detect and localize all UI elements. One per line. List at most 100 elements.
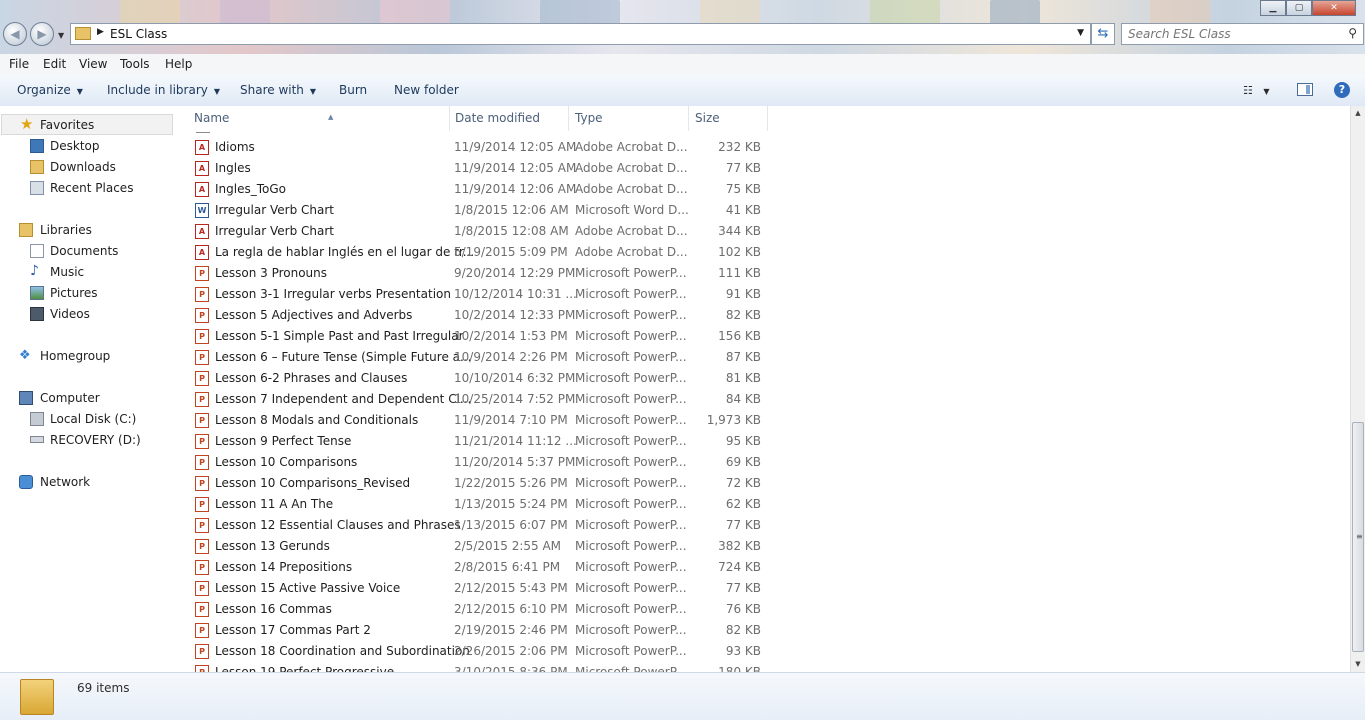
- column-header-date[interactable]: Date modified: [449, 106, 569, 131]
- search-box[interactable]: ⚲: [1121, 23, 1364, 45]
- close-button[interactable]: ✕: [1312, 0, 1356, 16]
- file-row[interactable]: P Lesson 11 A An The 1/13/2015 5:24 PM Micr…: [176, 494, 776, 515]
- nav-local-disk[interactable]: Local Disk (C:): [0, 409, 176, 430]
- file-row[interactable]: P Lesson 16 Commas 2/12/2015 6:10 PM Micros…: [176, 599, 776, 620]
- scrollbar-thumb[interactable]: ≡: [1352, 422, 1364, 652]
- file-row[interactable]: P Lesson 10 Comparisons_Revised 1/22/2015 …: [176, 473, 776, 494]
- file-row[interactable]: P Lesson 17 Commas Part 2 2/19/2015 2:46 P…: [176, 620, 776, 641]
- scroll-down-arrow-icon[interactable]: ▼: [1351, 657, 1365, 672]
- file-row[interactable]: P Lesson 5 Adjectives and Adverbs 10/2/201…: [176, 305, 776, 326]
- file-name: Ingles_ToGo: [215, 182, 287, 196]
- file-date-modified: 2/26/2015 2:06 PM: [454, 644, 568, 658]
- file-row[interactable]: P Lesson 6-2 Phrases and Clauses 10/10/201…: [176, 368, 776, 389]
- file-row[interactable]: P Lesson 19 Perfect Progressive 3/10/2015 …: [176, 662, 776, 672]
- change-view-button[interactable]: ☷ ▼: [1243, 84, 1270, 97]
- search-input[interactable]: [1128, 26, 1338, 42]
- ppt-file-icon: P: [195, 602, 209, 617]
- file-name: Idioms: [215, 140, 255, 154]
- ppt-file-icon: P: [195, 644, 209, 659]
- back-button[interactable]: ◀: [3, 22, 27, 46]
- nav-recent-places[interactable]: Recent Places: [0, 178, 176, 199]
- file-row[interactable]: A Irregular Verb Chart 1/8/2015 12:08 AM Ad…: [176, 221, 776, 242]
- file-name: Lesson 11 A An The: [215, 497, 334, 511]
- file-row[interactable]: P Lesson 14 Prepositions 2/8/2015 6:41 PM M…: [176, 557, 776, 578]
- file-name: La regla de hablar Inglés en el lugar de…: [215, 245, 475, 259]
- menu-file[interactable]: File: [9, 57, 29, 71]
- forward-button[interactable]: ▶: [30, 22, 54, 46]
- file-row[interactable]: P Lesson 15 Active Passive Voice 2/12/2015…: [176, 578, 776, 599]
- menu-view[interactable]: View: [79, 57, 107, 71]
- menu-edit[interactable]: Edit: [43, 57, 66, 71]
- column-header-type[interactable]: Type: [569, 106, 689, 131]
- nav-libraries[interactable]: Libraries: [0, 220, 176, 241]
- column-header-size[interactable]: Size: [689, 106, 768, 131]
- pdf-file-icon: A: [195, 140, 209, 155]
- file-size: 102 KB: [718, 245, 761, 259]
- organize-button[interactable]: Organize ▼: [17, 83, 83, 97]
- nav-network[interactable]: Network: [0, 472, 176, 493]
- include-in-library-button[interactable]: Include in library ▼: [107, 83, 220, 97]
- nav-recovery-drive[interactable]: RECOVERY (D:): [0, 430, 176, 451]
- search-icon[interactable]: ⚲: [1348, 26, 1357, 40]
- nav-label: Computer: [40, 391, 100, 405]
- menu-help[interactable]: Help: [165, 57, 192, 71]
- file-row[interactable]: P Lesson 8 Modals and Conditionals 11/9/20…: [176, 410, 776, 431]
- column-label: Name: [194, 111, 230, 125]
- preview-pane-button[interactable]: [1297, 83, 1313, 96]
- file-name: Lesson 8 Modals and Conditionals: [215, 413, 419, 427]
- file-row[interactable]: P Lesson 12 Essential Clauses and Phrases…: [176, 515, 776, 536]
- ppt-file-icon: P: [195, 560, 209, 575]
- nav-homegroup[interactable]: ❖ Homegroup: [0, 346, 176, 367]
- vertical-scrollbar[interactable]: ▲ ≡ ▼: [1350, 106, 1365, 672]
- breadcrumb[interactable]: ESL Class: [110, 27, 167, 41]
- file-row[interactable]: P Lesson 6 – Future Tense (Simple Future …: [176, 347, 776, 368]
- column-header-name[interactable]: Name ▲: [188, 106, 450, 131]
- file-row[interactable]: P Lesson 9 Perfect Tense 11/21/2014 11:12 …: [176, 431, 776, 452]
- minimize-button[interactable]: ▁: [1260, 0, 1286, 16]
- nav-pictures[interactable]: Pictures: [0, 283, 176, 304]
- nav-videos[interactable]: Videos: [0, 304, 176, 325]
- breadcrumb-arrow-icon[interactable]: ▶: [97, 27, 104, 37]
- ppt-file-icon: P: [195, 623, 209, 638]
- file-row[interactable]: A Ingles 11/9/2014 12:05 AM Adobe Acrobat D…: [176, 158, 776, 179]
- share-with-button[interactable]: Share with ▼: [240, 83, 316, 97]
- file-row[interactable]: P Lesson 18 Coordination and Subordinatio…: [176, 641, 776, 662]
- file-name: Lesson 10 Comparisons: [215, 455, 358, 469]
- file-size: 82 KB: [725, 623, 761, 637]
- file-row[interactable]: P Lesson 10 Comparisons 11/20/2014 5:37 PM…: [176, 452, 776, 473]
- nav-music[interactable]: ♪ Music: [0, 262, 176, 283]
- refresh-button[interactable]: ⇆: [1091, 23, 1115, 45]
- file-name: Lesson 16 Commas: [215, 602, 332, 616]
- nav-downloads[interactable]: Downloads: [0, 157, 176, 178]
- file-type: Microsoft PowerP...: [575, 476, 687, 490]
- file-row[interactable]: A Ingles_ToGo 11/9/2014 12:06 AM Adobe Acro…: [176, 179, 776, 200]
- file-row[interactable]: P Lesson 7 Independent and Dependent Cl..…: [176, 389, 776, 410]
- address-bar[interactable]: ▶ ESL Class ▼: [70, 23, 1091, 45]
- menu-tools[interactable]: Tools: [120, 57, 150, 71]
- scroll-up-arrow-icon[interactable]: ▲: [1351, 106, 1365, 121]
- help-button[interactable]: ?: [1334, 82, 1350, 98]
- nav-desktop[interactable]: Desktop: [0, 136, 176, 157]
- recent-pages-dropdown[interactable]: ▼: [58, 31, 64, 40]
- nav-label: Homegroup: [40, 349, 111, 363]
- file-row[interactable]: P Lesson 3-1 Irregular verbs Presentation…: [176, 284, 776, 305]
- file-row[interactable]: P Lesson 3 Pronouns 9/20/2014 12:29 PM Micr…: [176, 263, 776, 284]
- file-row[interactable]: A La regla de hablar Inglés en el lugar d…: [176, 242, 776, 263]
- nav-favorites[interactable]: ★ Favorites: [1, 114, 173, 135]
- maximize-button[interactable]: ▢: [1286, 0, 1312, 16]
- file-size: 82 KB: [725, 308, 761, 322]
- file-size: 75 KB: [725, 182, 761, 196]
- nav-label: Videos: [50, 307, 90, 321]
- file-row[interactable]: A Idioms 11/9/2014 12:05 AM Adobe Acrobat D…: [176, 137, 776, 158]
- address-dropdown-icon[interactable]: ▼: [1077, 28, 1084, 38]
- file-name: Lesson 3-1 Irregular verbs Presentation: [215, 287, 451, 301]
- nav-computer[interactable]: Computer: [0, 388, 176, 409]
- file-row[interactable]: W Irregular Verb Chart 1/8/2015 12:06 AM Mi…: [176, 200, 776, 221]
- file-row[interactable]: P Lesson 5-1 Simple Past and Past Irregul…: [176, 326, 776, 347]
- burn-button[interactable]: Burn: [339, 83, 367, 97]
- nav-documents[interactable]: Documents: [0, 241, 176, 262]
- ppt-file-icon: P: [195, 287, 209, 302]
- new-folder-button[interactable]: New folder: [394, 83, 459, 97]
- file-row[interactable]: P Lesson 13 Gerunds 2/5/2015 2:55 AM Micros…: [176, 536, 776, 557]
- star-icon: ★: [20, 115, 34, 133]
